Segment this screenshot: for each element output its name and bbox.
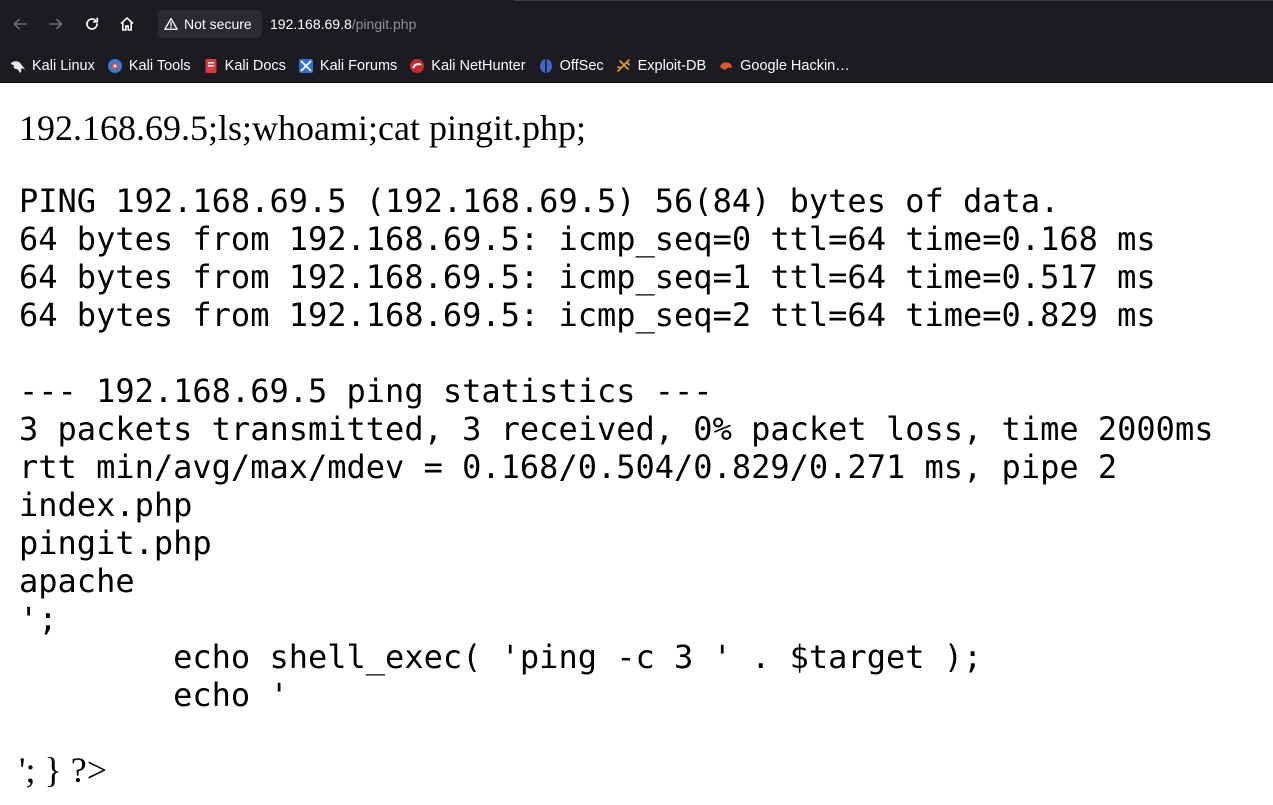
output-line: 64 bytes from 192.168.69.5: icmp_seq=1 t… (19, 258, 1156, 296)
output-line: 3 packets transmitted, 3 received, 0% pa… (19, 410, 1214, 448)
output-line: 64 bytes from 192.168.69.5: icmp_seq=0 t… (19, 220, 1156, 258)
bookmark-label: Kali NetHunter (431, 57, 526, 74)
url-path: /pingit.php (351, 16, 417, 32)
site-security-indicator[interactable]: Not secure (158, 10, 262, 38)
bookmark-label: Kali Tools (128, 57, 191, 74)
bookmark-exploit-db[interactable]: Exploit-DB (614, 53, 713, 79)
bookmark-offsec[interactable]: OffSec (536, 53, 610, 79)
bookmark-kali-linux[interactable]: Kali Linux (8, 53, 101, 79)
bookmark-label: Exploit-DB (637, 57, 707, 74)
address-bar[interactable]: Not secure 192.168.69.8/pingit.php (152, 6, 1264, 42)
bookmark-kali-nethunter[interactable]: Kali NetHunter (407, 53, 531, 79)
reload-button[interactable] (78, 10, 106, 38)
offsec-icon (538, 58, 554, 74)
home-icon (120, 17, 134, 31)
arrow-left-icon (13, 18, 27, 30)
bookmark-kali-tools[interactable]: Kali Tools (105, 53, 197, 79)
kali-docs-icon (203, 58, 219, 74)
forward-button[interactable] (42, 10, 70, 38)
kali-tools-icon (107, 58, 123, 74)
kali-dragon-icon (10, 58, 26, 74)
kali-forums-icon (298, 58, 314, 74)
command-output: PING 192.168.69.5 (192.168.69.5) 56(84) … (19, 182, 1213, 752)
bookmark-label: Google Hackin… (740, 57, 850, 74)
trailing-php-text: '; } ?> (19, 750, 108, 790)
navigation-toolbar: Not secure 192.168.69.8/pingit.php (0, 0, 1273, 49)
output-line: --- 192.168.69.5 ping statistics --- (19, 372, 713, 410)
bookmark-kali-forums[interactable]: Kali Forums (296, 53, 403, 79)
output-line: apache (19, 562, 135, 600)
output-line: index.php (19, 486, 193, 524)
kali-nethunter-icon (409, 58, 425, 74)
output-line: echo shell_exec( 'ping -c 3 ' . $target … (19, 638, 983, 676)
home-button[interactable] (113, 10, 141, 38)
google-hacking-icon (718, 58, 734, 74)
warning-triangle-icon (164, 17, 178, 30)
browser-window: Not secure 192.168.69.8/pingit.php Kali … (0, 0, 1273, 805)
bookmark-label: Kali Forums (319, 57, 398, 74)
bookmark-kali-docs[interactable]: Kali Docs (201, 53, 292, 79)
back-button[interactable] (6, 10, 34, 38)
output-line: 64 bytes from 192.168.69.5: icmp_seq=2 t… (19, 296, 1156, 334)
bookmarks-toolbar: Kali Linux Kali Tools Kali Docs Kali For… (0, 49, 1273, 83)
page-content: 192.168.69.5;ls;whoami;cat pingit.php; P… (0, 84, 1273, 805)
security-label: Not secure (184, 16, 252, 32)
output-line: '; (19, 600, 58, 638)
bookmark-google-hacking[interactable]: Google Hackin… (716, 53, 856, 79)
output-line: rtt min/avg/max/mdev = 0.168/0.504/0.829… (19, 448, 1118, 486)
url-text[interactable]: 192.168.69.8/pingit.php (270, 16, 416, 32)
submitted-input-echo: 192.168.69.5;ls;whoami;cat pingit.php; (19, 108, 586, 148)
tab-strip-edge (514, 0, 1273, 1)
bookmark-label: OffSec (559, 57, 604, 74)
url-host: 192.168.69.8 (270, 16, 352, 32)
output-line: echo ' (19, 676, 289, 714)
exploit-db-icon (616, 58, 632, 74)
bookmark-label: Kali Linux (32, 57, 95, 74)
output-line: pingit.php (19, 524, 212, 562)
arrow-right-icon (49, 18, 63, 30)
reload-icon (86, 17, 99, 30)
output-line: PING 192.168.69.5 (192.168.69.5) 56(84) … (19, 182, 1060, 220)
bookmark-label: Kali Docs (224, 57, 286, 74)
